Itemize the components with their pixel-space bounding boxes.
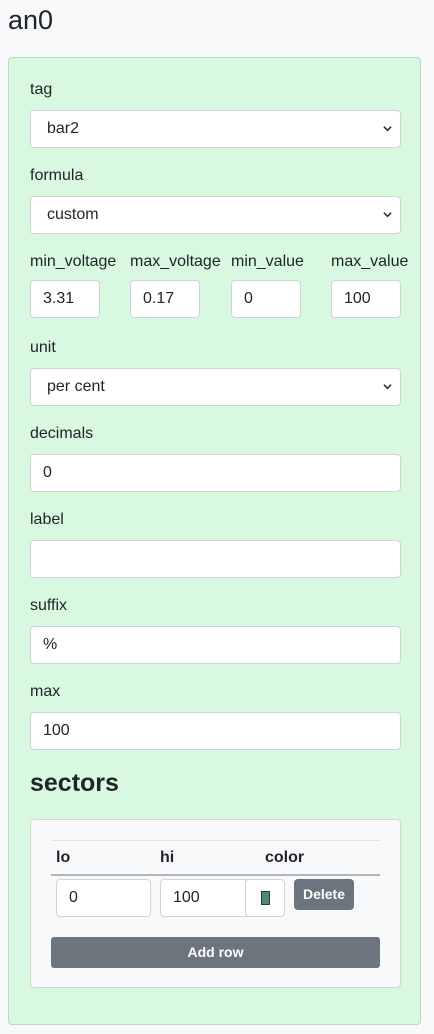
chevron-down-icon: [383, 126, 392, 132]
min-value-field: min_value 0: [231, 252, 304, 318]
sectors-table: lo hi color 0 100 Delete Add row: [30, 819, 401, 988]
column-header-color: color: [265, 849, 305, 866]
unit-label: unit: [30, 339, 56, 356]
tag-select-value: bar2: [47, 120, 80, 137]
suffix-label: suffix: [30, 597, 68, 614]
tag-label: tag: [30, 81, 53, 98]
range-row: min_voltage 3.31 max_voltage 0.17 min_va…: [30, 252, 408, 322]
column-header-hi: hi: [160, 849, 175, 866]
formula-field: formula custom: [30, 166, 401, 234]
max-label: max: [30, 683, 61, 700]
column-header-lo: lo: [56, 849, 71, 866]
decimals-field: decimals 0: [30, 424, 401, 492]
max-field: max 100: [30, 682, 401, 750]
formula-select[interactable]: custom: [30, 196, 401, 234]
min-value-label: min_value: [231, 253, 304, 270]
delete-row-button[interactable]: Delete: [294, 879, 354, 910]
suffix-input[interactable]: %: [30, 626, 401, 664]
table-top-border: [51, 840, 380, 841]
min-voltage-input[interactable]: 3.31: [30, 280, 100, 318]
sector-color-picker[interactable]: [245, 879, 285, 917]
tag-select[interactable]: bar2: [30, 110, 401, 148]
label-input[interactable]: [30, 540, 401, 578]
unit-select-value: per cent: [47, 378, 105, 395]
analog-config-panel: tag bar2 formula custom min_voltage 3.31…: [8, 57, 421, 1025]
suffix-field: suffix %: [30, 596, 401, 664]
add-row-button[interactable]: Add row: [51, 937, 380, 968]
sector-hi-input[interactable]: 100: [160, 879, 256, 917]
max-input[interactable]: 100: [30, 712, 401, 750]
page-title: an0: [8, 5, 54, 35]
tag-field: tag bar2: [30, 80, 401, 148]
table-header-divider: [51, 874, 380, 876]
decimals-label: decimals: [30, 425, 94, 442]
sectors-heading: sectors: [30, 769, 119, 797]
unit-field: unit per cent: [30, 338, 401, 406]
max-value-field: max_value 100: [331, 252, 409, 318]
chevron-down-icon: [383, 212, 392, 218]
label-field: label: [30, 510, 401, 578]
label-label: label: [30, 511, 64, 528]
decimals-input[interactable]: 0: [30, 454, 401, 492]
min-voltage-field: min_voltage 3.31: [30, 252, 117, 318]
unit-select[interactable]: per cent: [30, 368, 401, 406]
max-value-input[interactable]: 100: [331, 280, 401, 318]
min-value-input[interactable]: 0: [231, 280, 301, 318]
sector-lo-input[interactable]: 0: [56, 879, 151, 917]
formula-select-value: custom: [47, 206, 99, 223]
formula-label: formula: [30, 167, 84, 184]
max-voltage-input[interactable]: 0.17: [130, 280, 200, 318]
color-swatch: [261, 891, 270, 905]
max-voltage-label: max_voltage: [130, 253, 221, 270]
max-voltage-field: max_voltage 0.17: [130, 252, 221, 318]
chevron-down-icon: [383, 384, 392, 390]
max-value-label: max_value: [331, 253, 409, 270]
min-voltage-label: min_voltage: [30, 253, 117, 270]
